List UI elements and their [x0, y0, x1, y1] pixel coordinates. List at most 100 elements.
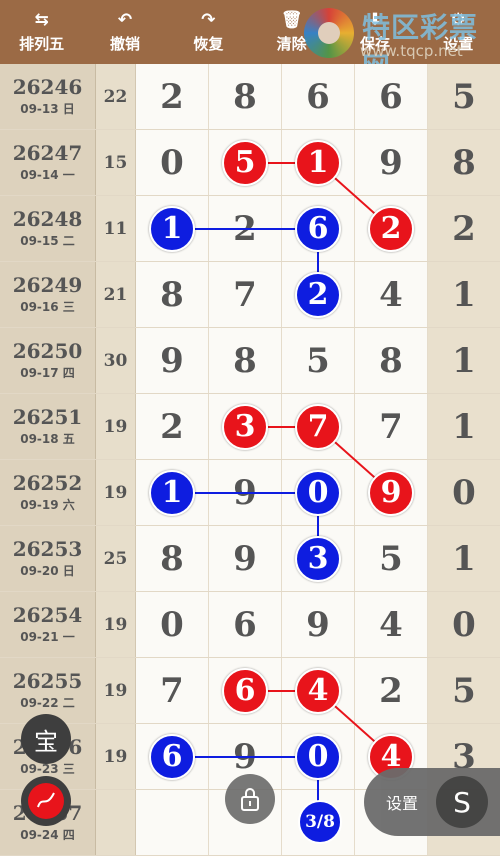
blue-ball[interactable]: 0: [295, 469, 341, 516]
digit-cell[interactable]: 8: [428, 130, 500, 195]
digit-cell[interactable]: 5: [428, 64, 500, 129]
digit-cell[interactable]: 8: [209, 64, 282, 129]
digit-cell[interactable]: 1: [282, 130, 355, 195]
digit-cell[interactable]: [136, 790, 209, 855]
digit-cell[interactable]: 5: [355, 526, 428, 591]
blue-ball[interactable]: 0: [295, 733, 341, 780]
digit-cell[interactable]: 6: [209, 658, 282, 723]
digit-cell[interactable]: 7: [355, 394, 428, 459]
digit-cell[interactable]: 0: [282, 724, 355, 789]
digit-cell[interactable]: 7: [136, 658, 209, 723]
s-icon[interactable]: S: [436, 776, 488, 828]
digit-cell[interactable]: 1: [428, 262, 500, 327]
blue-ball[interactable]: 6: [295, 205, 341, 252]
digit-cell[interactable]: 6: [355, 64, 428, 129]
red-ball[interactable]: 2: [368, 205, 414, 252]
digit-cell[interactable]: 0: [282, 460, 355, 525]
toolbar-button-1[interactable]: ↶ 撤销: [83, 0, 166, 64]
digit-cell[interactable]: 0: [428, 592, 500, 657]
download-icon: ⬇: [367, 9, 383, 30]
red-ball[interactable]: 1: [295, 139, 341, 186]
issue-number: 26250: [12, 339, 83, 363]
toolbar-button-2[interactable]: ↷ 恢复: [167, 0, 250, 64]
toolbar-button-4[interactable]: ⬇ 保存: [333, 0, 416, 64]
digit-cell[interactable]: 6: [282, 196, 355, 261]
digit-cell[interactable]: 9: [282, 592, 355, 657]
digit-cell[interactable]: 6: [136, 724, 209, 789]
digit-cell[interactable]: 5: [428, 658, 500, 723]
blue-ball[interactable]: 1: [149, 205, 195, 252]
bao-button[interactable]: 宝: [21, 714, 71, 764]
digit-cell[interactable]: 4: [282, 658, 355, 723]
blue-ball[interactable]: 1: [149, 469, 195, 516]
red-ball[interactable]: 5: [222, 139, 268, 186]
blue-ball[interactable]: 2: [295, 271, 341, 318]
red-ball[interactable]: 9: [368, 469, 414, 516]
digit-value: 8: [379, 340, 403, 381]
digit-cell[interactable]: 1: [136, 196, 209, 261]
digit-cell[interactable]: 7: [282, 394, 355, 459]
red-ball[interactable]: 3: [222, 403, 268, 450]
digit-cell[interactable]: 0: [136, 592, 209, 657]
digit-cell[interactable]: 9: [136, 328, 209, 393]
issue-date: 09-19 六: [20, 498, 75, 512]
digit-cell[interactable]: 9: [209, 526, 282, 591]
blue-ball[interactable]: 6: [149, 733, 195, 780]
lock-icon: [241, 788, 259, 811]
red-ball[interactable]: 7: [295, 403, 341, 450]
digit-cell[interactable]: 8: [136, 262, 209, 327]
settings-panel-button[interactable]: 设置 S: [364, 768, 500, 836]
digit-cell[interactable]: 4: [355, 592, 428, 657]
digit-cell[interactable]: 0: [428, 460, 500, 525]
pen-button[interactable]: [21, 776, 71, 826]
digit-cell[interactable]: 3: [209, 394, 282, 459]
sum-cell: 30: [96, 328, 136, 393]
toolbar-button-5[interactable]: ⚙ 设置: [417, 0, 500, 64]
digit-cell[interactable]: 5: [282, 328, 355, 393]
digit-cell[interactable]: 1: [136, 460, 209, 525]
digit-cell[interactable]: 6: [282, 64, 355, 129]
page-indicator: 3/8: [298, 800, 342, 844]
digit-cell[interactable]: 9: [355, 130, 428, 195]
redo-icon: ↷: [201, 9, 216, 30]
digit-cell[interactable]: 2: [209, 196, 282, 261]
digit-cell[interactable]: 2: [136, 64, 209, 129]
toolbar-label: 排列五: [19, 34, 65, 53]
bao-label: 宝: [34, 727, 58, 756]
digit-value: 0: [452, 604, 476, 645]
sum-cell: 11: [96, 196, 136, 261]
blue-ball[interactable]: 3: [295, 535, 341, 582]
digit-cell[interactable]: 0: [136, 130, 209, 195]
lock-button[interactable]: [225, 774, 275, 824]
digit-cell[interactable]: 2: [428, 196, 500, 261]
digit-cell[interactable]: 9: [209, 460, 282, 525]
digit-value: 5: [452, 76, 476, 117]
digit-cell[interactable]: 1: [428, 328, 500, 393]
digit-cell[interactable]: 5: [209, 130, 282, 195]
digit-cell[interactable]: 2: [136, 394, 209, 459]
digit-cell[interactable]: 2: [282, 262, 355, 327]
digit-value: 2: [452, 208, 476, 249]
digit-cell[interactable]: 8: [355, 328, 428, 393]
digit-value: 9: [233, 538, 257, 579]
digit-cell[interactable]: 6: [209, 592, 282, 657]
digit-cell[interactable]: 1: [428, 526, 500, 591]
red-ball[interactable]: 4: [295, 667, 341, 714]
digit-cell[interactable]: 4: [355, 262, 428, 327]
digit-value: 1: [452, 340, 476, 381]
draw-row: 26255 09-22 二 19 7 6 4 2 5: [0, 658, 500, 724]
toolbar-button-3[interactable]: 🗑 清除: [250, 0, 333, 64]
digit-cell[interactable]: 1: [428, 394, 500, 459]
digit-cell[interactable]: 9: [355, 460, 428, 525]
digit-cell[interactable]: 2: [355, 658, 428, 723]
undo-icon: ↶: [117, 9, 133, 30]
digit-cell[interactable]: 2: [355, 196, 428, 261]
digit-cell[interactable]: 8: [136, 526, 209, 591]
digit-value: 4: [379, 604, 403, 645]
digit-value: 6: [233, 604, 257, 645]
digit-cell[interactable]: 8: [209, 328, 282, 393]
digit-cell[interactable]: 7: [209, 262, 282, 327]
toolbar-button-0[interactable]: ⇆ 排列五: [0, 0, 83, 64]
digit-cell[interactable]: 3: [282, 526, 355, 591]
red-ball[interactable]: 6: [222, 667, 268, 714]
